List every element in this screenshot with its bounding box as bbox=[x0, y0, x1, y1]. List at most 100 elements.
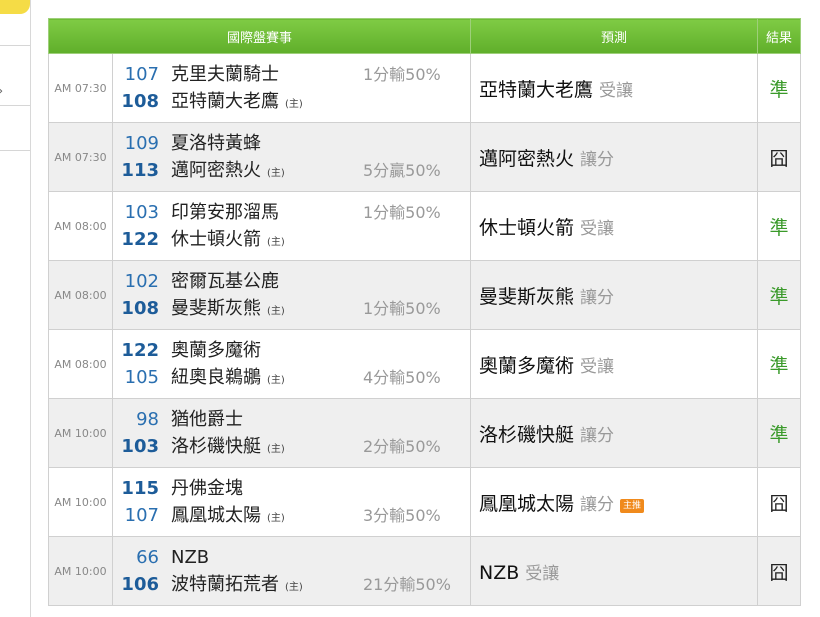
table-row[interactable]: AM 10:00 98 猶他爵士 103 洛杉磯快艇 (主) 2分輸50% 洛杉磯… bbox=[48, 398, 802, 468]
prediction-cell: NZB 受讓 bbox=[470, 536, 759, 606]
away-team[interactable]: 夏洛特黃蜂 bbox=[171, 131, 261, 157]
match-cell: 107 克里夫蘭騎士 1分輸50% 108 亞特蘭大老鷹 (主) bbox=[111, 53, 472, 123]
home-spread: 1分輸50% bbox=[363, 299, 441, 318]
home-number: 108 bbox=[121, 298, 159, 319]
home-team-name: 亞特蘭大老鷹 bbox=[171, 91, 279, 112]
prediction-type: 讓分 bbox=[580, 287, 615, 308]
away-team[interactable]: 密爾瓦基公鹿 bbox=[171, 269, 279, 295]
predicted-team: 休士頓火箭 bbox=[479, 216, 575, 239]
away-team[interactable]: 丹佛金塊 bbox=[171, 476, 243, 502]
match-time: AM 07:30 bbox=[48, 53, 113, 123]
home-marker: (主) bbox=[285, 582, 303, 593]
home-marker: (主) bbox=[267, 306, 285, 317]
home-marker: (主) bbox=[267, 513, 285, 524]
predicted-team: 奧蘭多魔術 bbox=[479, 354, 575, 377]
match-cell: 98 猶他爵士 103 洛杉磯快艇 (主) 2分輸50% bbox=[111, 398, 472, 468]
away-team[interactable]: 奧蘭多魔術 bbox=[171, 338, 261, 364]
home-team[interactable]: 洛杉磯快艇 (主) bbox=[171, 434, 285, 463]
result-mark: 準 bbox=[757, 191, 802, 261]
match-time: AM 07:30 bbox=[48, 122, 113, 192]
away-team[interactable]: 猶他爵士 bbox=[171, 407, 243, 433]
home-number: 106 bbox=[121, 574, 159, 595]
home-spread: 21分輸50% bbox=[363, 575, 451, 594]
prediction-cell: 休士頓火箭 受讓 bbox=[470, 191, 759, 261]
table-row[interactable]: AM 10:00 115 丹佛金塊 107 鳳凰城太陽 (主) 3分輸50% 鳳凰… bbox=[48, 467, 802, 537]
table-row[interactable]: AM 10:00 66 NZB 106 波特蘭拓荒者 (主) 21分輸50% NZ… bbox=[48, 536, 802, 606]
home-team[interactable]: 鳳凰城太陽 (主) bbox=[171, 503, 285, 532]
match-time: AM 08:00 bbox=[48, 191, 113, 261]
away-number: 109 bbox=[124, 133, 159, 154]
sidebar-tab-highlight bbox=[0, 0, 30, 14]
home-marker: (主) bbox=[267, 375, 285, 386]
table-header-row: 國際盤賽事 預測 結果 bbox=[47, 18, 802, 54]
match-time: AM 10:00 bbox=[48, 467, 113, 537]
sidebar-item-3[interactable] bbox=[0, 150, 30, 193]
home-team[interactable]: 波特蘭拓荒者 (主) bbox=[171, 572, 303, 601]
predicted-team: 曼斐斯灰熊 bbox=[479, 285, 575, 308]
home-number: 107 bbox=[124, 505, 159, 526]
away-team[interactable]: 印第安那溜馬 bbox=[171, 200, 279, 226]
home-spread: 5分贏50% bbox=[363, 161, 441, 180]
match-cell: 103 印第安那溜馬 1分輸50% 122 休士頓火箭 (主) bbox=[111, 191, 472, 261]
home-team[interactable]: 紐奧良鵜鶘 (主) bbox=[171, 365, 285, 394]
home-team[interactable]: 邁阿密熱火 (主) bbox=[171, 158, 285, 187]
home-team[interactable]: 亞特蘭大老鷹 (主) bbox=[171, 89, 303, 118]
prediction-cell: 邁阿密熱火 讓分 bbox=[470, 122, 759, 192]
predicted-team: 亞特蘭大老鷹 bbox=[479, 78, 594, 101]
prediction-type: 讓分 bbox=[580, 425, 615, 446]
match-cell: 109 夏洛特黃蜂 113 邁阿密熱火 (主) 5分贏50% bbox=[111, 122, 472, 192]
match-cell: 102 密爾瓦基公鹿 108 曼斐斯灰熊 (主) 1分輸50% bbox=[111, 260, 472, 330]
sidebar-item-1[interactable] bbox=[0, 45, 30, 88]
match-cell: 66 NZB 106 波特蘭拓荒者 (主) 21分輸50% bbox=[111, 536, 472, 606]
away-number: 102 bbox=[124, 271, 159, 292]
prediction-cell: 奧蘭多魔術 受讓 bbox=[470, 329, 759, 399]
prediction-cell: 曼斐斯灰熊 讓分 bbox=[470, 260, 759, 330]
home-marker: (主) bbox=[267, 444, 285, 455]
table-row[interactable]: AM 08:00 102 密爾瓦基公鹿 108 曼斐斯灰熊 (主) 1分輸50% … bbox=[48, 260, 802, 330]
sidebar-item-2[interactable] bbox=[0, 105, 30, 148]
prediction-type: 讓分 bbox=[580, 494, 615, 515]
result-mark: 囧 bbox=[757, 536, 802, 606]
prediction-type: 受讓 bbox=[580, 218, 615, 239]
away-team-name: 丹佛金塊 bbox=[171, 478, 243, 499]
home-spread: 2分輸50% bbox=[363, 437, 441, 456]
table-row[interactable]: AM 07:30 107 克里夫蘭騎士 1分輸50% 108 亞特蘭大老鷹 (主)… bbox=[48, 53, 802, 123]
match-time: AM 10:00 bbox=[48, 536, 113, 606]
home-spread: 4分輸50% bbox=[363, 368, 441, 387]
home-number: 122 bbox=[121, 229, 159, 250]
away-number: 107 bbox=[124, 64, 159, 85]
away-team-name: 印第安那溜馬 bbox=[171, 202, 279, 223]
result-mark: 準 bbox=[757, 329, 802, 399]
predicted-team: 洛杉磯快艇 bbox=[479, 423, 575, 446]
match-time: AM 10:00 bbox=[48, 398, 113, 468]
predicted-team: NZB bbox=[479, 561, 520, 584]
away-number: 98 bbox=[136, 409, 159, 430]
match-cell: 122 奧蘭多魔術 105 紐奧良鵜鶘 (主) 4分輸50% bbox=[111, 329, 472, 399]
match-time: AM 08:00 bbox=[48, 260, 113, 330]
home-team-name: 休士頓火箭 bbox=[171, 229, 261, 250]
away-team-name: 克里夫蘭騎士 bbox=[171, 64, 279, 85]
result-mark: 囧 bbox=[757, 122, 802, 192]
home-team-name: 曼斐斯灰熊 bbox=[171, 298, 261, 319]
away-team-name: 奧蘭多魔術 bbox=[171, 340, 261, 361]
predicted-team: 鳳凰城太陽 bbox=[479, 492, 575, 515]
away-team-name: 密爾瓦基公鹿 bbox=[171, 271, 279, 292]
table-row[interactable]: AM 08:00 122 奧蘭多魔術 105 紐奧良鵜鶘 (主) 4分輸50% 奧… bbox=[48, 329, 802, 399]
home-team[interactable]: 休士頓火箭 (主) bbox=[171, 227, 285, 256]
away-team[interactable]: NZB bbox=[171, 545, 209, 571]
header-match: 國際盤賽事 bbox=[47, 18, 472, 54]
result-mark: 囧 bbox=[757, 467, 802, 537]
prediction-type: 受讓 bbox=[525, 563, 560, 584]
chevron-right-icon: › bbox=[0, 84, 3, 99]
prediction-type: 受讓 bbox=[599, 80, 634, 101]
away-spread: 1分輸50% bbox=[363, 203, 441, 222]
table-row[interactable]: AM 07:30 109 夏洛特黃蜂 113 邁阿密熱火 (主) 5分贏50% 邁… bbox=[48, 122, 802, 192]
left-sidebar: › bbox=[0, 0, 31, 617]
away-team-name: 猶他爵士 bbox=[171, 409, 243, 430]
away-team[interactable]: 克里夫蘭騎士 bbox=[171, 62, 279, 88]
table-row[interactable]: AM 08:00 103 印第安那溜馬 1分輸50% 122 休士頓火箭 (主) … bbox=[48, 191, 802, 261]
prediction-table: 國際盤賽事 預測 結果 AM 07:30 107 克里夫蘭騎士 1分輸50% 1… bbox=[47, 18, 802, 606]
away-team-name: NZB bbox=[171, 547, 210, 568]
home-team-name: 鳳凰城太陽 bbox=[171, 505, 261, 526]
home-team[interactable]: 曼斐斯灰熊 (主) bbox=[171, 296, 285, 325]
